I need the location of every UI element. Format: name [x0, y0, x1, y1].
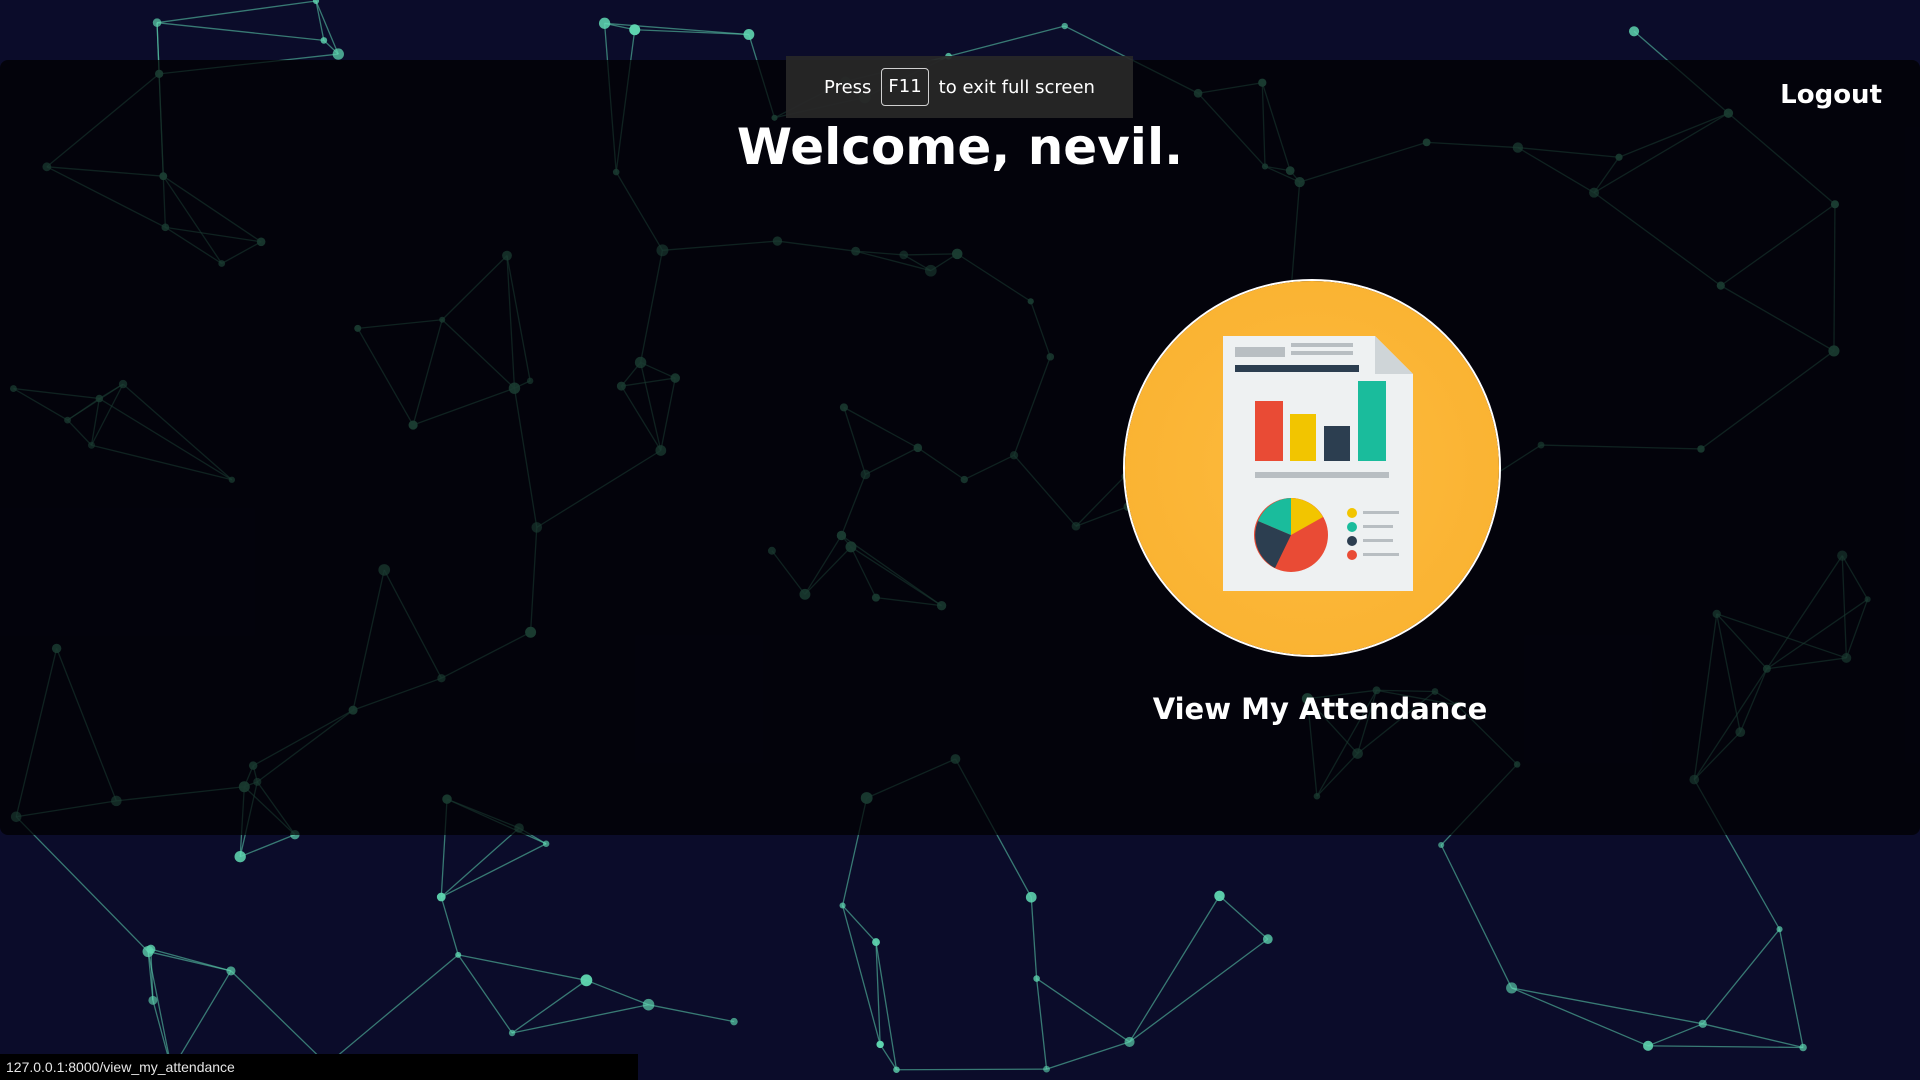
main-panel — [0, 60, 1920, 835]
view-attendance-label[interactable]: View My Attendance — [1100, 692, 1540, 726]
fullscreen-hint: Press F11 to exit full screen — [786, 56, 1133, 118]
fullscreen-hint-suffix: to exit full screen — [938, 76, 1095, 98]
welcome-heading: Welcome, nevil. — [736, 118, 1184, 176]
view-attendance-card[interactable] — [1125, 281, 1499, 655]
status-bar-url: 127.0.0.1:8000/view_my_attendance — [0, 1054, 638, 1080]
page: Press F11 to exit full screen Logout Wel… — [0, 0, 1920, 1080]
attendance-card-circle[interactable] — [1125, 281, 1499, 655]
fullscreen-hint-press: Press — [824, 76, 872, 98]
logout-link[interactable]: Logout — [1780, 80, 1882, 110]
report-document-icon — [1223, 336, 1413, 591]
f11-key: F11 — [881, 68, 929, 106]
